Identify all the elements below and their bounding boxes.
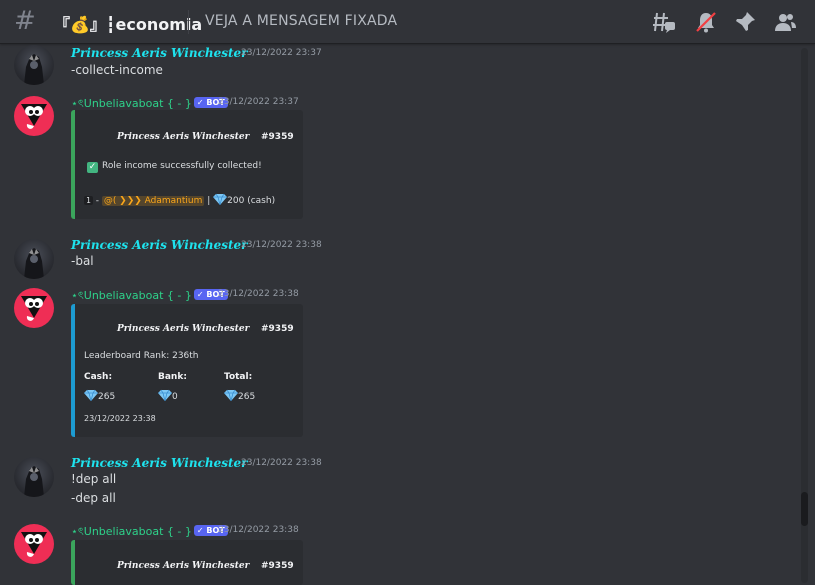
message-text: -collect-income — [71, 63, 163, 77]
timestamp: 23/12/2022 23:37 — [218, 97, 299, 107]
timestamp: 23/12/2022 23:37 — [241, 48, 322, 58]
bot-name-text: ⋆ৎUnbeliavaboat { - } — [71, 97, 192, 110]
avatar[interactable] — [14, 239, 54, 279]
embed-accent-bar — [71, 304, 75, 437]
bot-avatar[interactable] — [14, 288, 54, 328]
field-total-value: 265 — [224, 389, 255, 402]
field-total-label: Total: — [224, 372, 253, 382]
field-cash-label: Cash: — [84, 372, 113, 382]
embed-user-id: #9359 — [261, 561, 294, 571]
role-dash: - — [92, 196, 102, 206]
embed-rank: Leaderboard Rank: 236th — [84, 351, 199, 361]
bell-muted-icon[interactable] — [694, 10, 718, 34]
embed-user-id: #9359 — [261, 132, 294, 142]
field-cash-value: 265 — [84, 389, 115, 402]
embed-line: ✓ Role income successfully collected! — [87, 161, 262, 173]
avatar[interactable] — [14, 457, 54, 497]
channel-header: # 『💰』┇economia VEJA A MENSAGEM FIXADA — [0, 0, 815, 44]
channel-name: 『💰』┇economia — [54, 15, 203, 34]
role-amount: 200 (cash) — [227, 196, 276, 206]
embed-accent-bar — [71, 540, 75, 585]
embed-line-text: Role income successfully collected! — [102, 161, 262, 171]
role-mention[interactable]: @( ❯❯❯ Adamantium — [101, 196, 205, 206]
hashtag-icon: # — [14, 6, 36, 36]
field-bank-value: 0 — [158, 389, 178, 402]
embed-footer: 23/12/2022 23:38 — [84, 414, 156, 423]
diamond-icon — [213, 193, 228, 205]
embed-author: Princess Aeris Winchester — [117, 561, 250, 571]
diamond-icon — [84, 389, 98, 401]
timestamp: 23/12/2022 23:38 — [218, 289, 299, 299]
timestamp: 23/12/2022 23:38 — [218, 525, 299, 535]
members-icon[interactable] — [773, 10, 797, 34]
check-icon: ✓ — [87, 162, 98, 173]
diamond-icon — [158, 389, 172, 401]
threads-icon[interactable] — [652, 10, 676, 34]
embed: Princess Aeris Winchester #9359 Leaderbo… — [71, 304, 303, 437]
role-count: 1 — [84, 196, 93, 205]
embed: Princess Aeris Winchester #9359 ✓ Role in… — [71, 110, 303, 219]
embed-accent-bar — [71, 110, 75, 219]
role-sep: | — [204, 196, 214, 206]
username[interactable]: Princess Aeris Winchester — [71, 238, 248, 252]
field-bank-label: Bank: — [158, 372, 187, 382]
total-amount: 265 — [238, 392, 256, 402]
embed: Princess Aeris Winchester #9359 — [71, 540, 303, 585]
diamond-icon — [224, 389, 238, 401]
embed-user-id: #9359 — [261, 324, 294, 334]
username[interactable]: Princess Aeris Winchester — [71, 456, 248, 470]
embed-role-line: 1 - @( ❯❯❯ Adamantium | 200 (cash) — [84, 193, 275, 206]
timestamp: 23/12/2022 23:38 — [241, 458, 322, 468]
embed-author: Princess Aeris Winchester — [117, 132, 250, 142]
bot-name-text: ⋆ৎUnbeliavaboat { - } — [71, 289, 192, 302]
message-text: -bal — [71, 254, 94, 268]
header-divider — [188, 10, 189, 34]
bot-name-text: ⋆ৎUnbeliavaboat { - } — [71, 525, 192, 538]
username[interactable]: Princess Aeris Winchester — [71, 46, 248, 60]
timestamp: 23/12/2022 23:38 — [241, 240, 322, 250]
bank-amount: 0 — [172, 392, 178, 402]
message-text: -dep all — [71, 491, 116, 505]
cash-amount: 265 — [98, 392, 116, 402]
embed-author: Princess Aeris Winchester — [117, 324, 250, 334]
scrollbar-thumb[interactable] — [801, 492, 808, 526]
avatar[interactable] — [14, 45, 54, 85]
channel-topic[interactable]: VEJA A MENSAGEM FIXADA — [205, 13, 397, 29]
bot-avatar[interactable] — [14, 524, 54, 564]
message-text: !dep all — [71, 472, 117, 486]
bot-avatar[interactable] — [14, 96, 54, 136]
pin-icon[interactable] — [733, 10, 757, 34]
